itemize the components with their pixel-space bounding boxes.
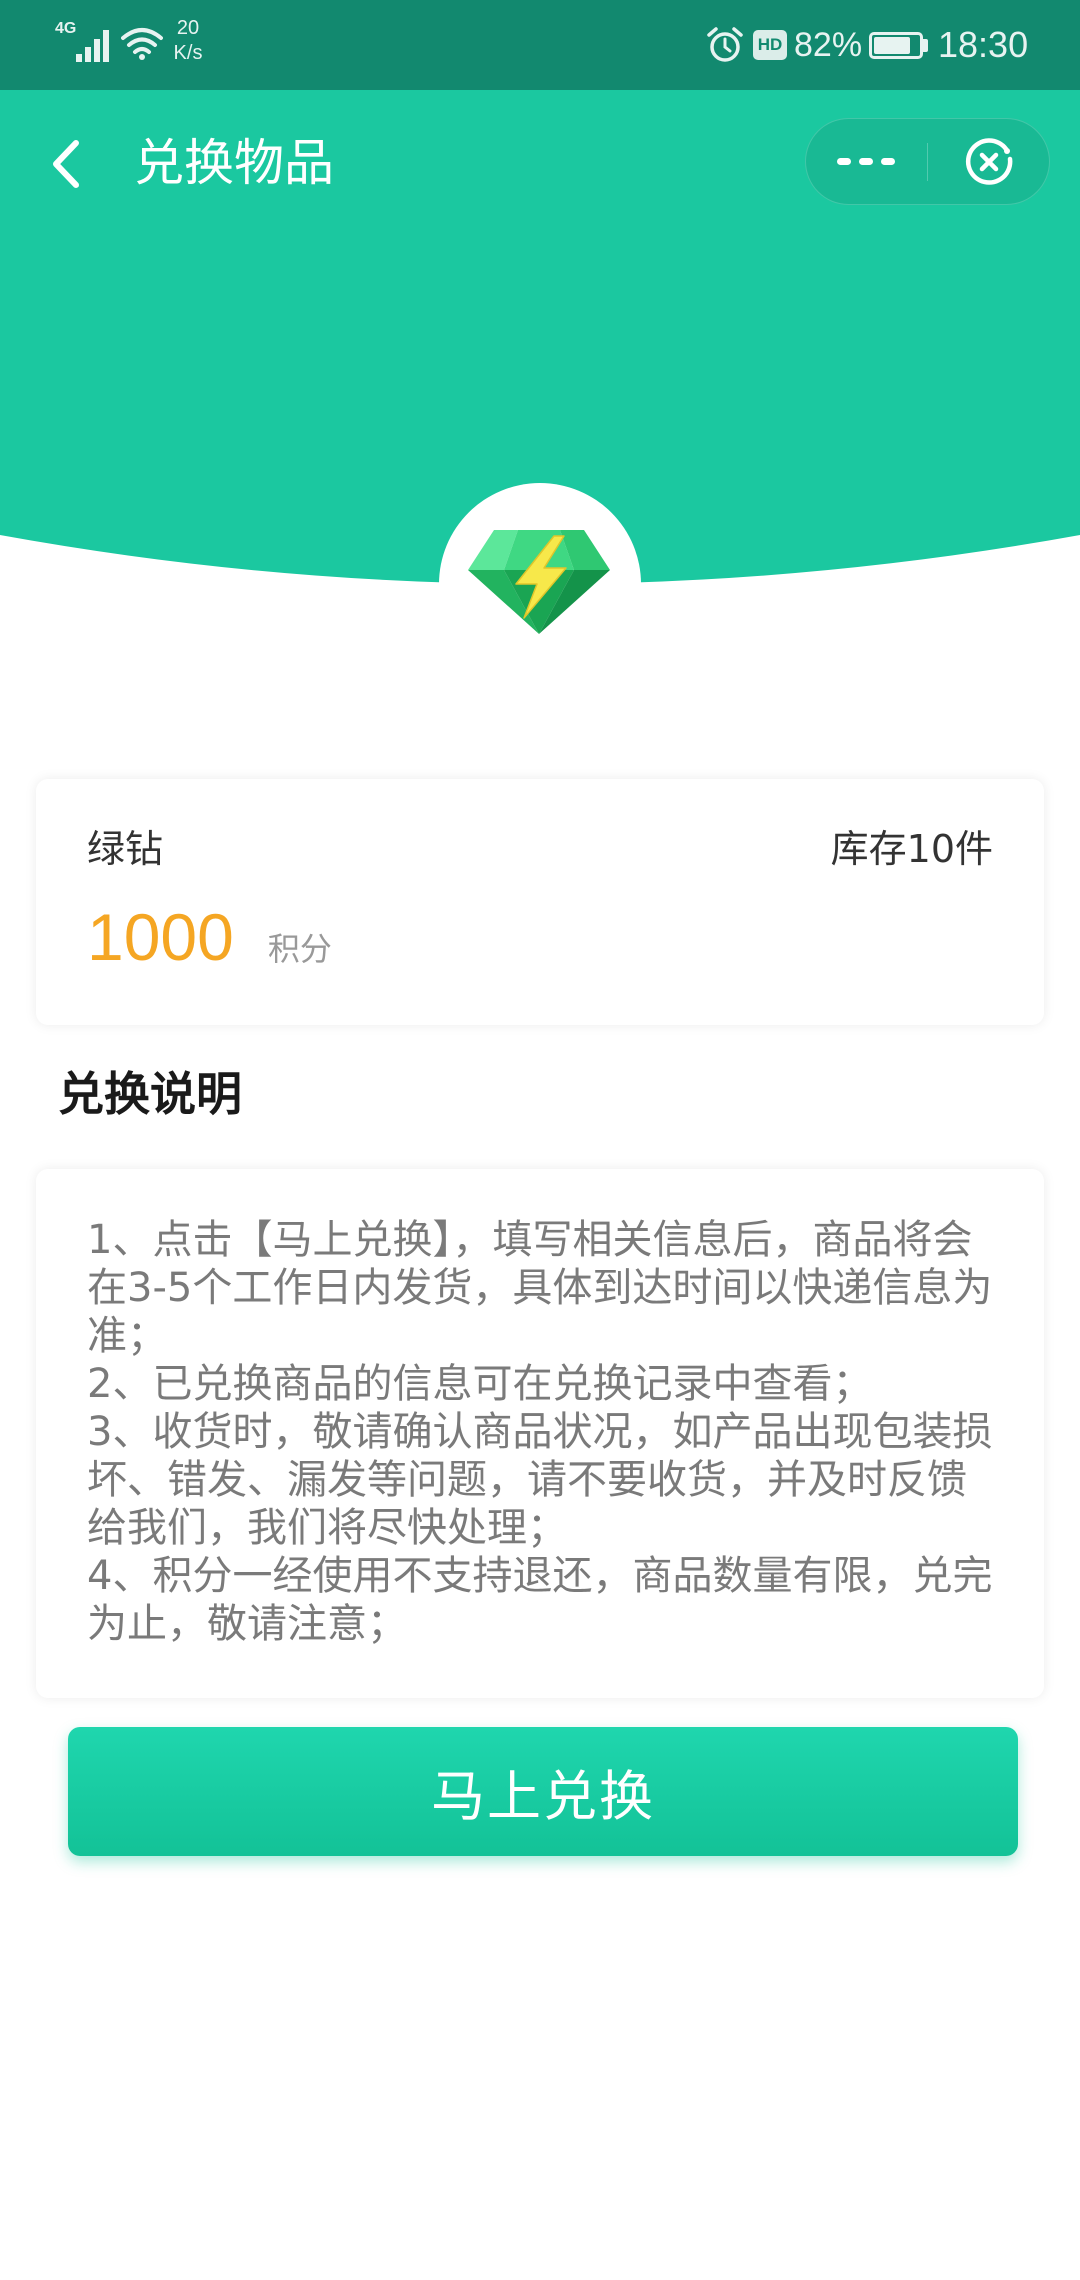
points-unit: 积分 xyxy=(267,930,332,968)
product-card: 绿钻 库存10件 1000 积分 xyxy=(36,779,1044,1025)
alarm-hands xyxy=(723,37,732,53)
alarm-icon xyxy=(707,27,743,62)
network-speed-value: 20 xyxy=(176,17,200,39)
green-diamond-lightning-icon xyxy=(468,530,610,634)
wifi-icon xyxy=(121,28,163,60)
signal-icon xyxy=(76,30,109,62)
signal-bar xyxy=(103,30,109,62)
instruction-item: 1、点击【马上兑换】，填写相关信息后，商品将会在3-5个工作日内发货，具体到达时… xyxy=(87,1217,993,1359)
battery-icon xyxy=(869,32,923,59)
wifi-arc xyxy=(127,37,157,47)
signal-bar xyxy=(85,47,91,62)
instruction-item: 4、积分一经使用不支持退还，商品数量有限，兑完为止，敬请注意； xyxy=(87,1553,993,1647)
battery-fill xyxy=(874,37,911,54)
network-type: 4G xyxy=(55,20,77,37)
points-value: 1000 xyxy=(87,900,234,974)
instruction-item: 3、收货时，敬请确认商品状况，如产品出现包装损坏、错发、漏发等问题，请不要收货，… xyxy=(87,1409,993,1551)
close-circle-icon xyxy=(965,137,1013,185)
more-button[interactable] xyxy=(806,119,927,204)
wifi-arc xyxy=(133,47,151,54)
more-dot xyxy=(859,157,874,165)
hd-badge: HD xyxy=(753,30,787,60)
chevron-line xyxy=(53,140,79,188)
status-bar: 4G 20 K/s HD 82% 18:30 xyxy=(0,0,1080,90)
network-speed: 20 K/s xyxy=(168,16,208,66)
close-cross xyxy=(979,152,998,171)
page-title: 兑换物品 xyxy=(134,134,334,192)
battery-tip xyxy=(923,39,928,52)
more-dots-icon xyxy=(837,157,896,165)
instruction-item: 2、已兑换商品的信息可在兑换记录中查看； xyxy=(87,1361,873,1407)
redeem-now-button[interactable]: 马上兑换 xyxy=(68,1727,1018,1856)
instructions-heading: 兑换说明 xyxy=(58,1067,242,1121)
wifi-dot xyxy=(139,54,145,60)
close-ring-dot xyxy=(1003,147,1010,154)
product-price: 1000 积分 xyxy=(87,897,332,977)
more-dot xyxy=(881,157,896,165)
redeem-now-label: 马上兑换 xyxy=(431,1765,655,1828)
network-speed-unit: K/s xyxy=(173,42,203,64)
mini-program-capsule xyxy=(805,118,1050,205)
more-dot xyxy=(837,157,852,165)
instructions-section: 1、点击【马上兑换】，填写相关信息后，商品将会在3-5个工作日内发货，具体到达时… xyxy=(36,1169,1044,1856)
signal-bar xyxy=(76,54,82,62)
instructions-card: 1、点击【马上兑换】，填写相关信息后，商品将会在3-5个工作日内发货，具体到达时… xyxy=(36,1169,1044,1698)
chevron-left-icon xyxy=(53,140,79,188)
product-stock: 库存10件 xyxy=(830,827,993,871)
back-button[interactable] xyxy=(38,136,94,192)
wifi-arc xyxy=(121,28,163,40)
navigation-bar: 兑换物品 xyxy=(0,90,1080,236)
clock-time: 18:30 xyxy=(938,24,1029,65)
signal-bar xyxy=(94,39,100,62)
product-name: 绿钻 xyxy=(87,827,164,871)
close-button[interactable] xyxy=(928,119,1049,204)
battery-percent: 82% xyxy=(794,26,863,64)
